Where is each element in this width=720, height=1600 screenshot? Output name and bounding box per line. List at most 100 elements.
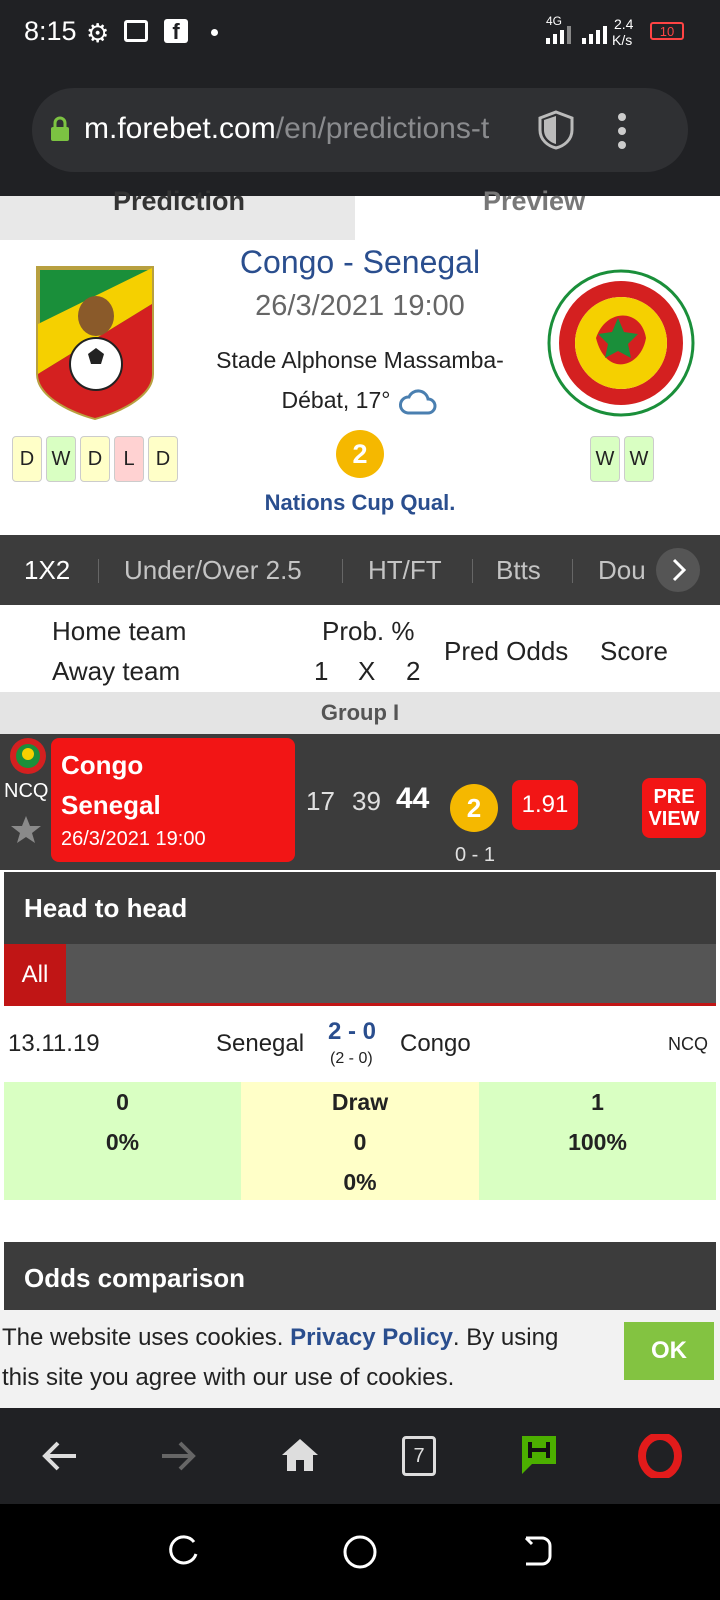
prediction-circle: 2	[336, 430, 384, 478]
h2h-date: 13.11.19	[8, 1030, 100, 1057]
match-title[interactable]: Congo - Senegal	[190, 244, 530, 281]
stadium-text: Stade Alphonse Massamba-Débat, 17°	[216, 347, 504, 413]
h2h-home-wins: 0 0%	[4, 1082, 241, 1200]
market-tabs: 1X2 Under/Over 2.5 HT/FT Btts Dou	[0, 535, 720, 605]
row-prediction-circle: 2	[450, 784, 498, 832]
cookie-text-start: The website uses cookies.	[2, 1324, 291, 1351]
h2h-tab-all[interactable]: All	[4, 944, 66, 1006]
chevron-right-icon[interactable]	[656, 548, 700, 592]
h2h-away-team[interactable]: Congo	[400, 1030, 471, 1058]
tab-separator	[342, 559, 343, 583]
signal-icon	[546, 26, 607, 44]
header-prob-1: 1	[314, 656, 329, 686]
opera-chat-icon[interactable]	[518, 1432, 560, 1478]
tab-htft[interactable]: HT/FT	[368, 555, 442, 586]
tab-prediction[interactable]: Prediction	[0, 186, 355, 240]
h2h-away-wins: 1 100%	[479, 1082, 716, 1200]
facebook-icon: f	[164, 19, 188, 44]
head-to-head-header: Head to head	[4, 872, 716, 944]
home-form-badge: D	[12, 436, 42, 482]
draw-pct: 0%	[343, 1169, 377, 1195]
tab-btts[interactable]: Btts	[496, 555, 541, 586]
tab-preview[interactable]: Preview	[355, 186, 720, 240]
notification-dot-icon	[211, 29, 218, 36]
tab-preview-label: Preview	[483, 186, 586, 216]
status-bar: 8:15 ⚙ f 4G 2.4 K/s 10	[0, 0, 720, 64]
h2h-home-team[interactable]: Senegal	[216, 1030, 304, 1058]
back-arrow-icon[interactable]	[40, 1438, 80, 1474]
row-datetime: 26/3/2021 19:00	[61, 828, 206, 850]
tab-under-over[interactable]: Under/Over 2.5	[124, 555, 302, 586]
home-form-badge: D	[80, 436, 110, 482]
caf-logo-icon	[10, 738, 46, 774]
preview-line2: VIEW	[648, 808, 700, 830]
opera-menu-icon[interactable]	[638, 1434, 682, 1478]
header-away-team: Away team	[52, 656, 181, 686]
match-datetime: 26/3/2021 19:00	[255, 290, 465, 322]
status-time: 8:15	[24, 16, 77, 46]
back-nav-icon[interactable]	[520, 1534, 554, 1568]
draw-label: Draw	[331, 1089, 389, 1115]
away-wins-count: 1	[591, 1089, 604, 1115]
star-icon[interactable]	[10, 814, 42, 844]
away-form-badge: W	[590, 436, 620, 482]
row-away-team: Senegal	[61, 790, 161, 820]
teams-box[interactable]: Congo Senegal 26/3/2021 19:00	[51, 738, 295, 862]
data-speed-unit: K/s	[612, 32, 633, 48]
prob-draw: 39	[352, 786, 381, 816]
recent-apps-icon[interactable]	[166, 1534, 200, 1568]
url-text[interactable]: m.forebet.com/en/predictions-t	[84, 112, 564, 146]
tab-separator	[572, 559, 573, 583]
header-prob-2: 2	[406, 656, 421, 686]
home-circle-icon[interactable]	[342, 1534, 378, 1570]
browser-toolbar: m.forebet.com/en/predictions-t	[0, 64, 720, 198]
group-label: Group I	[0, 692, 720, 734]
address-bar[interactable]: m.forebet.com/en/predictions-t	[32, 88, 688, 172]
odds-comparison-header: Odds comparison	[4, 1242, 716, 1310]
home-wins-pct: 0%	[105, 1129, 140, 1155]
away-form-badge: W	[624, 436, 654, 482]
cookie-ok-button[interactable]: OK	[624, 1322, 714, 1380]
lock-icon	[51, 116, 69, 141]
privacy-policy-link[interactable]: Privacy Policy	[290, 1324, 453, 1351]
menu-kebab-icon[interactable]	[616, 112, 628, 150]
home-form-badge: L	[114, 436, 144, 482]
url-path: /en/predictions-t	[275, 112, 490, 145]
row-home-team: Congo	[61, 750, 144, 780]
tabs-count-icon[interactable]: 7	[402, 1436, 436, 1476]
row-odds: 1.91	[512, 780, 578, 830]
senegal-crest-logo	[547, 269, 695, 417]
congo-crest-logo	[36, 266, 154, 420]
data-speed: 2.4	[614, 16, 634, 32]
h2h-ht-score: (2 - 0)	[330, 1050, 373, 1067]
h2h-score[interactable]: 2 - 0	[328, 1018, 376, 1046]
prob-home: 17	[306, 786, 335, 816]
draw-count: 0	[353, 1129, 367, 1155]
match-row[interactable]: NCQ Congo Senegal 26/3/2021 19:00 17 39 …	[0, 734, 720, 870]
cloud-weather-icon	[398, 387, 438, 417]
cookie-banner: The website uses cookies. Privacy Policy…	[0, 1310, 720, 1408]
home-wins-count: 0	[116, 1089, 129, 1115]
battery-icon: 10	[650, 22, 684, 40]
url-domain: m.forebet.com	[84, 112, 276, 145]
header-home-team: Home team	[52, 616, 187, 646]
system-nav-bar	[0, 1504, 720, 1600]
tab-double-chance[interactable]: Dou	[598, 555, 646, 586]
shield-icon[interactable]	[538, 110, 574, 150]
league-code: NCQ	[4, 780, 49, 802]
home-icon[interactable]	[280, 1436, 320, 1474]
home-form-badge: W	[46, 436, 76, 482]
header-pred-odds: Pred Odds	[444, 636, 569, 666]
h2h-league: NCQ	[668, 1034, 708, 1054]
row-score: 0 - 1	[455, 844, 496, 866]
home-form-badge: D	[148, 436, 178, 482]
league-name[interactable]: Nations Cup Qual.	[190, 490, 530, 516]
preview-button[interactable]: PRE VIEW	[642, 778, 706, 838]
header-prob: Prob. %	[322, 616, 415, 646]
tab-1x2[interactable]: 1X2	[24, 555, 70, 586]
news-icon	[124, 20, 148, 42]
forward-arrow-icon[interactable]	[158, 1438, 198, 1474]
tab-separator	[472, 559, 473, 583]
away-wins-pct: 100%	[568, 1129, 627, 1155]
cookie-text: The website uses cookies. Privacy Policy…	[2, 1318, 602, 1398]
